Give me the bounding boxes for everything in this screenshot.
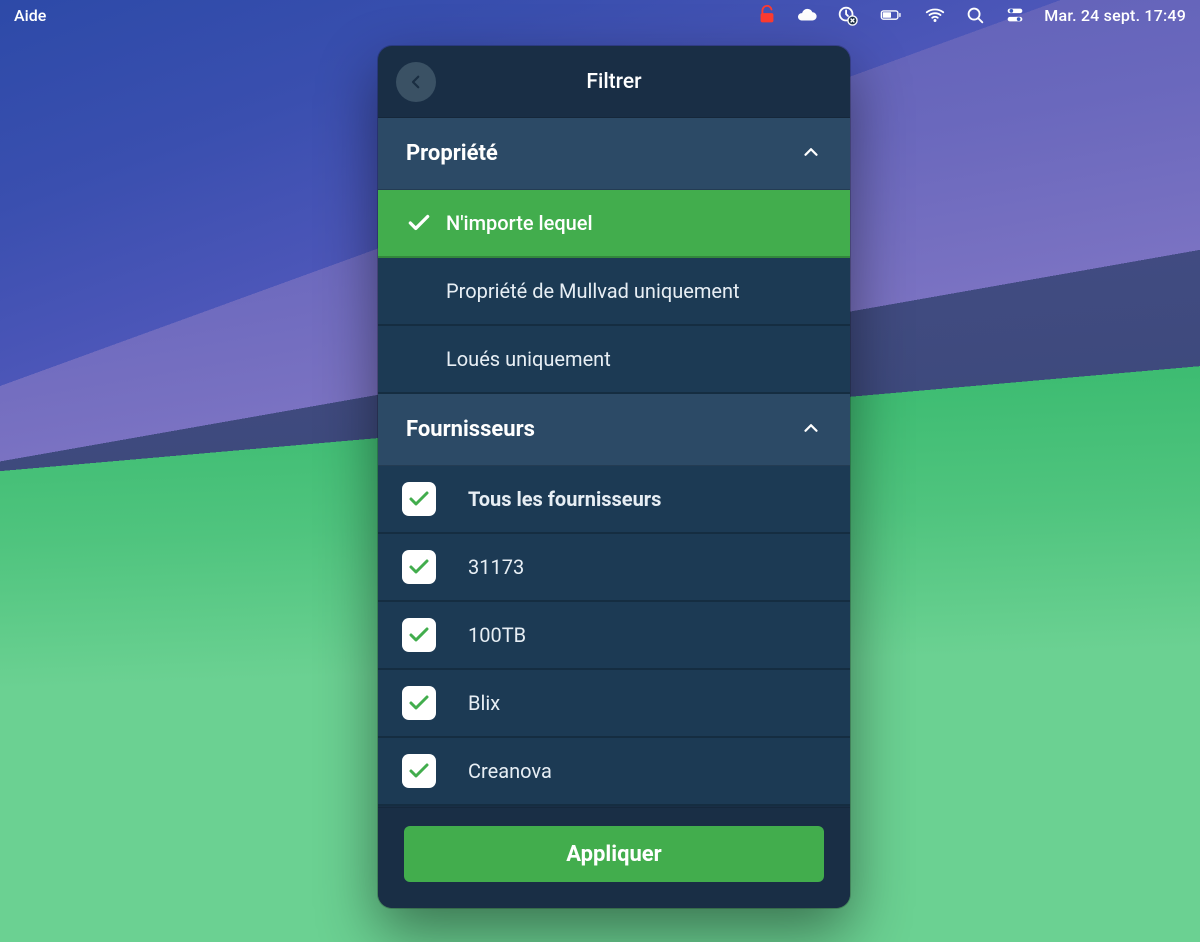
ownership-option-rented-only[interactable]: Loués uniquement <box>378 326 850 394</box>
desktop-wallpaper: Aide Mar. 24 sept. 17: <box>0 0 1200 942</box>
provider-item[interactable]: 100TB <box>378 602 850 670</box>
menubar: Aide Mar. 24 sept. 17: <box>0 0 1200 30</box>
checkbox-checked[interactable] <box>402 618 436 652</box>
checkbox-checked[interactable] <box>402 686 436 720</box>
battery-icon[interactable] <box>876 4 906 26</box>
chevron-up-icon <box>800 141 822 167</box>
checkbox-checked[interactable] <box>402 550 436 584</box>
search-icon[interactable] <box>964 4 986 26</box>
section-header-providers[interactable]: Fournisseurs <box>378 394 850 466</box>
provider-item[interactable]: Creanova <box>378 738 850 806</box>
ownership-option-mullvad-only[interactable]: Propriété de Mullvad uniquement <box>378 258 850 326</box>
apply-button[interactable]: Appliquer <box>404 826 824 882</box>
section-title: Propriété <box>406 141 800 166</box>
app-footer: Appliquer <box>378 807 850 908</box>
provider-item[interactable]: Blix <box>378 670 850 738</box>
provider-label: Blix <box>468 691 500 715</box>
wifi-icon[interactable] <box>924 4 946 26</box>
control-center-icon[interactable] <box>1004 4 1026 26</box>
menubar-app-menu[interactable]: Aide <box>14 6 46 25</box>
filter-scroll-area[interactable]: Propriété N'importe lequel Propriété de … <box>378 118 850 807</box>
checkbox-checked[interactable] <box>402 754 436 788</box>
section-header-ownership[interactable]: Propriété <box>378 118 850 190</box>
menubar-datetime[interactable]: Mar. 24 sept. 17:49 <box>1044 6 1186 25</box>
check-icon <box>406 210 440 236</box>
option-label: Loués uniquement <box>446 347 611 371</box>
filter-window: Filtrer Propriété N'importe lequel Propr… <box>378 46 850 908</box>
cloud-icon[interactable] <box>796 4 818 26</box>
page-title: Filtrer <box>378 70 850 94</box>
app-header: Filtrer <box>378 46 850 118</box>
checkbox-checked[interactable] <box>402 482 436 516</box>
option-label: N'importe lequel <box>446 211 593 235</box>
status-disabled-icon[interactable] <box>836 4 858 26</box>
chevron-up-icon <box>800 417 822 443</box>
provider-all[interactable]: Tous les fournisseurs <box>378 466 850 534</box>
lock-open-icon[interactable] <box>756 4 778 26</box>
ownership-option-any[interactable]: N'importe lequel <box>378 190 850 258</box>
provider-label: 31173 <box>468 555 524 579</box>
option-label: Propriété de Mullvad uniquement <box>446 279 740 303</box>
provider-item[interactable]: 31173 <box>378 534 850 602</box>
provider-label: 100TB <box>468 623 526 647</box>
provider-label: Creanova <box>468 759 552 783</box>
section-title: Fournisseurs <box>406 417 800 442</box>
back-button[interactable] <box>396 62 436 102</box>
provider-label: Tous les fournisseurs <box>468 487 661 511</box>
